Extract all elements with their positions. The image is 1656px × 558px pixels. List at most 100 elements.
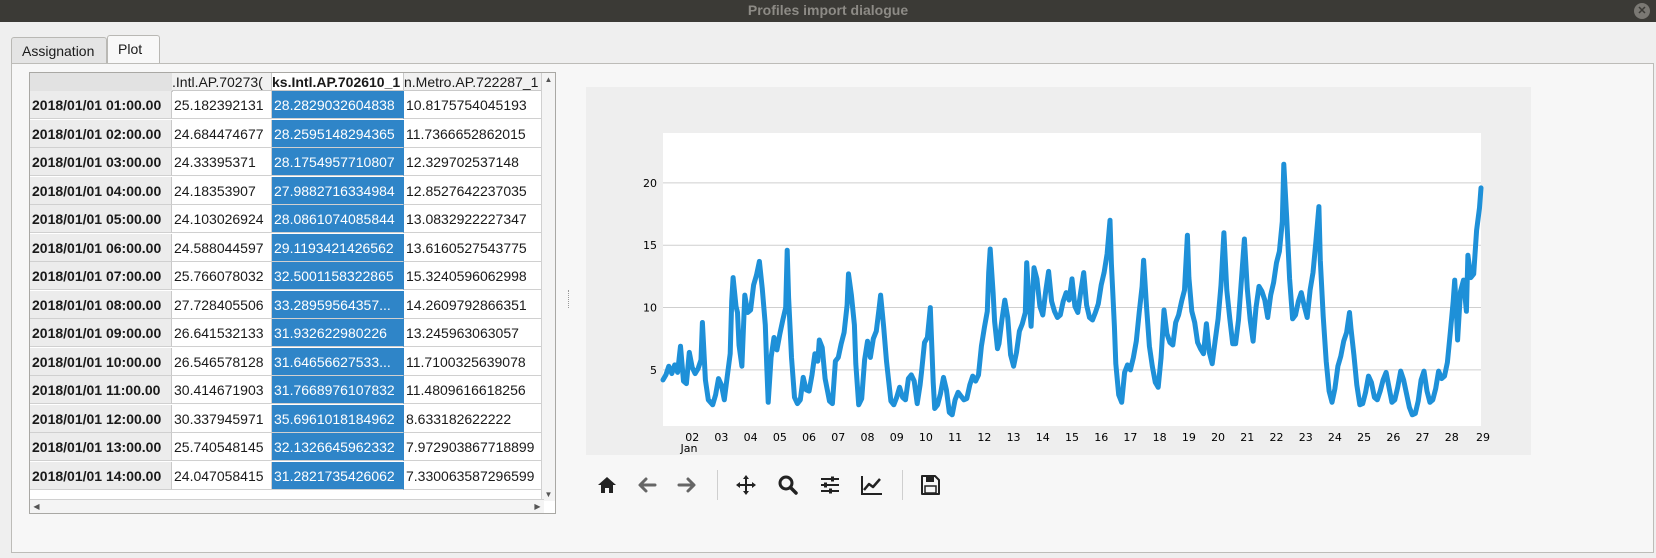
table-cell[interactable]: 24.047058415	[172, 461, 272, 490]
table-cell[interactable]: 24.684474677	[172, 119, 272, 148]
table-cell[interactable]: 25.740548145	[172, 433, 272, 461]
x-tick-label: 05	[773, 431, 787, 444]
table-cell[interactable]: 25.766078032	[172, 262, 272, 290]
table-cell[interactable]: 7.330063587296599	[404, 461, 544, 490]
back-button[interactable]	[630, 468, 664, 502]
splitter-handle[interactable]	[568, 290, 571, 308]
scroll-up-icon[interactable]: ▲	[542, 73, 555, 86]
x-tick-label: 15	[1065, 431, 1079, 444]
table-cell[interactable]: 14.2609792866351	[404, 290, 544, 319]
column-header-selected[interactable]: ks.Intl.AP.702610_1	[272, 73, 404, 91]
home-icon	[598, 477, 616, 493]
table-cell[interactable]: 28.2829032604838	[272, 91, 404, 119]
row-header[interactable]: 2018/01/01 08:00.00	[30, 290, 172, 319]
x-tick-label: 14	[1036, 431, 1050, 444]
tab-plot[interactable]: Plot	[107, 35, 160, 63]
table-cell[interactable]: 32.1326645962332	[272, 433, 404, 461]
table-cell[interactable]: 24.103026924	[172, 205, 272, 233]
x-tick-label: 11	[948, 431, 962, 444]
y-tick-label: 5	[650, 364, 657, 377]
save-icon	[921, 475, 940, 495]
table-cell[interactable]: 28.0861074085844	[272, 205, 404, 233]
line-chart-icon	[861, 476, 882, 495]
move-icon	[736, 475, 756, 495]
table-cell[interactable]: 13.0832922227347	[404, 205, 544, 233]
plot-canvas[interactable]: 5 10 15 20 02 03 04 05 06 07 08 09 10 11 12 13 14 15 16 17…	[586, 87, 1531, 455]
table-cell[interactable]: 24.33395371	[172, 148, 272, 176]
table-cell[interactable]: 28.2595148294365	[272, 119, 404, 148]
save-button[interactable]	[913, 468, 947, 502]
row-header[interactable]: 2018/01/01 13:00.00	[30, 433, 172, 461]
table-cell[interactable]: 27.728405506	[172, 290, 272, 319]
table-cell[interactable]: 12.8527642237035	[404, 176, 544, 205]
table-cell[interactable]: 8.633182622222	[404, 404, 544, 433]
table-cell[interactable]: 32.5001158322865	[272, 262, 404, 290]
table-cell[interactable]: 26.546578128	[172, 347, 272, 376]
table-cell[interactable]: 33.28959564357...	[272, 290, 404, 319]
table-cell[interactable]: 10.8175754045193	[404, 91, 544, 119]
table-cell[interactable]: 11.4809616618256	[404, 376, 544, 404]
table-cell[interactable]: 12.329702537148	[404, 148, 544, 176]
x-tick-label: 09	[890, 431, 904, 444]
row-header[interactable]: 2018/01/01 14:00.00	[30, 461, 172, 490]
table-cell[interactable]: 7.972903867718899	[404, 433, 544, 461]
x-tick-label: 22	[1270, 431, 1284, 444]
table-cell[interactable]: 11.7366652862015	[404, 119, 544, 148]
row-header[interactable]: 2018/01/01 07:00.00	[30, 262, 172, 290]
column-header[interactable]: .Intl.AP.70273(	[172, 73, 272, 91]
row-header[interactable]: 2018/01/01 01:00.00	[30, 91, 172, 119]
home-button[interactable]	[590, 468, 624, 502]
x-tick-label: 04	[744, 431, 758, 444]
window-title: Profiles import dialogue	[747, 2, 909, 18]
zoom-button[interactable]	[771, 468, 805, 502]
table-cell[interactable]: 31.932622980226	[272, 319, 404, 347]
table-cell[interactable]: 25.182392131	[172, 91, 272, 119]
forward-button[interactable]	[670, 468, 704, 502]
row-header[interactable]: 2018/01/01 05:00.00	[30, 205, 172, 233]
row-header[interactable]: 2018/01/01 09:00.00	[30, 319, 172, 347]
axes-button[interactable]	[855, 468, 889, 502]
row-header[interactable]: 2018/01/01 03:00.00	[30, 148, 172, 176]
x-tick-label: 13	[1007, 431, 1021, 444]
x-tick-label: 18	[1153, 431, 1167, 444]
x-tick-label: 20	[1211, 431, 1225, 444]
row-header[interactable]: 2018/01/01 02:00.00	[30, 119, 172, 148]
scroll-right-icon[interactable]: ▶	[531, 500, 544, 513]
tab-assignation[interactable]: Assignation	[11, 37, 107, 63]
subplots-button[interactable]	[813, 468, 847, 502]
table-cell[interactable]: 31.64656627533...	[272, 347, 404, 376]
row-header[interactable]: 2018/01/01 11:00.00	[30, 376, 172, 404]
table-cell[interactable]: 11.7100325639078	[404, 347, 544, 376]
table-cell[interactable]: 13.6160527543775	[404, 233, 544, 262]
table-corner	[30, 73, 173, 92]
table-cell[interactable]: 29.1193421426562	[272, 233, 404, 262]
x-tick-label: 23	[1299, 431, 1313, 444]
table-cell[interactable]: 35.6961018184962	[272, 404, 404, 433]
horizontal-scrollbar[interactable]: ◀ ▶	[30, 499, 544, 513]
title-bar: Profiles import dialogue ✕	[0, 0, 1656, 22]
table-cell[interactable]: 31.2821735426062	[272, 461, 404, 490]
table-cell[interactable]: 28.1754957710807	[272, 148, 404, 176]
table-cell[interactable]: 15.3240596062998	[404, 262, 544, 290]
column-header[interactable]: n.Metro.AP.722287_1	[404, 73, 544, 91]
row-header[interactable]: 2018/01/01 10:00.00	[30, 347, 172, 376]
x-tick-label: 29	[1476, 431, 1490, 444]
table-cell[interactable]: 26.641532133	[172, 319, 272, 347]
table-cell[interactable]: 24.18353907	[172, 176, 272, 205]
table-cell[interactable]: 31.7668976107832	[272, 376, 404, 404]
table-cell[interactable]: 27.9882716334984	[272, 176, 404, 205]
table-cell[interactable]: 13.245963063057	[404, 319, 544, 347]
table-cell[interactable]: 30.414671903	[172, 376, 272, 404]
row-header[interactable]: 2018/01/01 04:00.00	[30, 176, 172, 205]
row-header[interactable]: 2018/01/01 06:00.00	[30, 233, 172, 262]
scroll-left-icon[interactable]: ◀	[30, 500, 43, 513]
close-icon[interactable]: ✕	[1634, 3, 1650, 19]
vertical-scrollbar[interactable]: ▲ ▼	[541, 73, 555, 501]
x-tick-label: 21	[1240, 431, 1254, 444]
table-cell[interactable]: 30.337945971	[172, 404, 272, 433]
row-header[interactable]: 2018/01/01 12:00.00	[30, 404, 172, 433]
data-table[interactable]: .Intl.AP.70273( ks.Intl.AP.702610_1 n.Me…	[29, 72, 556, 514]
pan-button[interactable]	[729, 468, 763, 502]
x-tick-label: 12	[977, 431, 991, 444]
table-cell[interactable]: 24.588044597	[172, 233, 272, 262]
